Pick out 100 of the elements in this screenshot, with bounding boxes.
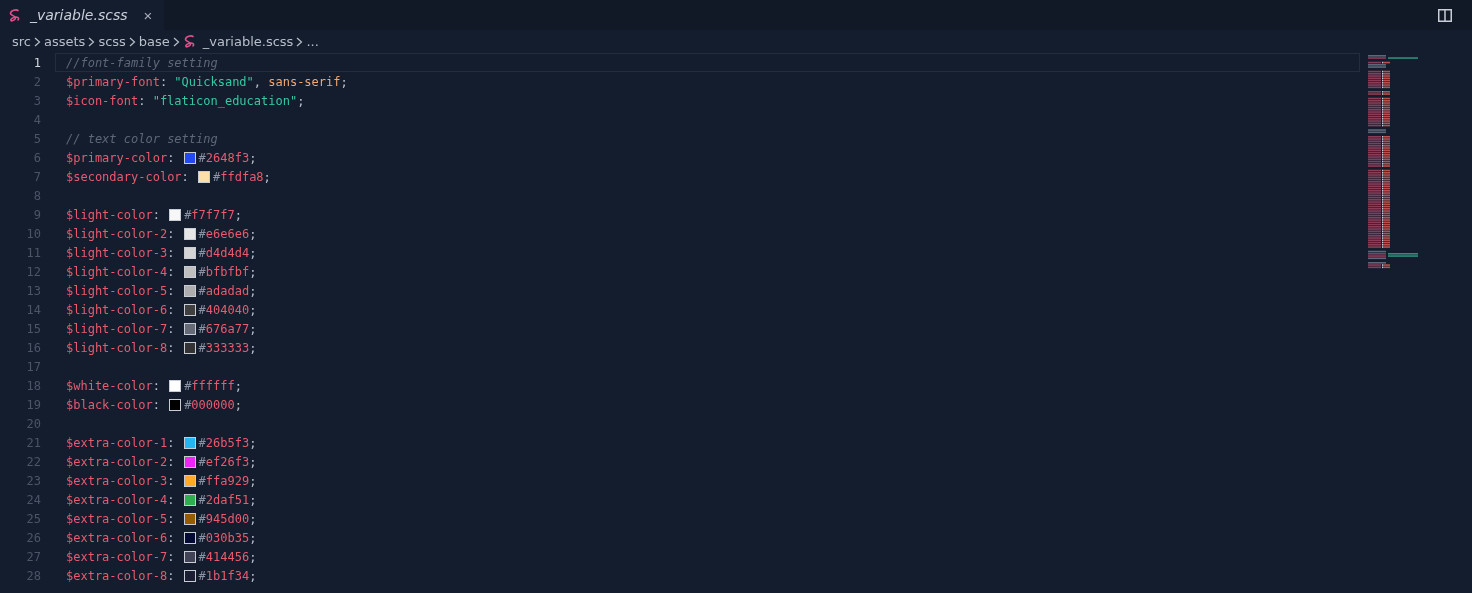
punctuation: : xyxy=(167,492,175,507)
color-swatch[interactable] xyxy=(183,512,196,525)
hex-value: #bfbfbf xyxy=(198,264,250,279)
string-literal: "Quicksand" xyxy=(174,74,254,89)
color-swatch[interactable] xyxy=(183,265,196,278)
punctuation: ; xyxy=(234,378,242,393)
hex-value: #2daf51 xyxy=(198,492,250,507)
color-swatch[interactable] xyxy=(183,151,196,164)
hex-value: #945d00 xyxy=(198,511,250,526)
breadcrumb-item[interactable]: ... xyxy=(306,34,319,49)
hex-value: #f7f7f7 xyxy=(184,207,235,222)
breadcrumb-item[interactable]: assets xyxy=(44,34,86,49)
line-number: 14 xyxy=(25,302,41,317)
variable-name: $primary-font xyxy=(66,74,160,89)
color-swatch[interactable] xyxy=(169,398,182,411)
color-swatch[interactable] xyxy=(183,569,196,582)
punctuation: ; xyxy=(234,207,242,222)
punctuation: ; xyxy=(249,150,257,165)
color-swatch[interactable] xyxy=(183,474,196,487)
variable-name: $light-color-5 xyxy=(66,283,168,298)
color-swatch[interactable] xyxy=(183,341,196,354)
punctuation: ; xyxy=(249,245,257,260)
color-swatch[interactable] xyxy=(183,436,196,449)
punctuation: ; xyxy=(249,264,257,279)
variable-name: $light-color-4 xyxy=(66,264,168,279)
variable-name: $light-color-7 xyxy=(66,321,168,336)
punctuation: ; xyxy=(234,397,242,412)
split-editor-icon[interactable] xyxy=(1438,8,1452,22)
line-number: 11 xyxy=(25,245,41,260)
breadcrumb-item[interactable]: base xyxy=(138,34,170,49)
variable-name: $primary-color xyxy=(66,150,168,165)
line-number: 1 xyxy=(32,55,41,70)
color-swatch[interactable] xyxy=(183,455,196,468)
variable-name: $extra-color-1 xyxy=(66,435,168,450)
variable-name: $light-color xyxy=(66,207,153,222)
punctuation: : xyxy=(167,530,175,545)
color-swatch[interactable] xyxy=(183,303,196,316)
punctuation: ; xyxy=(297,93,305,108)
breadcrumb-item[interactable]: _variable.scss xyxy=(202,34,294,49)
punctuation: ; xyxy=(249,530,257,545)
comment: //font-family setting xyxy=(66,55,218,70)
line-number: 18 xyxy=(25,378,41,393)
tab-label: _variable.scss xyxy=(30,7,128,23)
chevron-icon xyxy=(128,36,136,47)
hex-value: #676a77 xyxy=(198,321,250,336)
line-number: 8 xyxy=(32,188,41,203)
line-number: 19 xyxy=(25,397,41,412)
color-swatch[interactable] xyxy=(198,170,210,183)
color-swatch[interactable] xyxy=(183,550,196,563)
punctuation: : xyxy=(167,302,175,317)
punctuation: : xyxy=(152,397,160,412)
keyword: sans-serif xyxy=(268,74,341,89)
hex-value: #414456 xyxy=(198,549,250,564)
line-number: 5 xyxy=(32,131,41,146)
punctuation: : xyxy=(167,340,175,355)
breadcrumb-item[interactable]: src xyxy=(12,34,31,49)
line-number: 27 xyxy=(25,549,41,564)
variable-name: $black-color xyxy=(66,397,153,412)
punctuation: : xyxy=(167,435,175,450)
line-number: 15 xyxy=(25,321,41,336)
variable-name: $extra-color-2 xyxy=(66,454,168,469)
punctuation: : xyxy=(167,245,175,260)
variable-name: $white-color xyxy=(66,378,153,393)
punctuation: ; xyxy=(249,321,257,336)
line-number: 20 xyxy=(25,416,41,431)
variable-name: $light-color-8 xyxy=(66,340,168,355)
hex-value: #e6e6e6 xyxy=(198,226,250,241)
punctuation: : xyxy=(167,283,175,298)
punctuation: ; xyxy=(249,492,257,507)
color-swatch[interactable] xyxy=(183,322,196,335)
variable-name: $extra-color-4 xyxy=(66,492,168,507)
hex-value: #404040 xyxy=(198,302,250,317)
line-number: 3 xyxy=(32,93,41,108)
color-swatch[interactable] xyxy=(183,227,196,240)
color-swatch[interactable] xyxy=(183,493,196,506)
hex-value: #ef26f3 xyxy=(198,454,250,469)
color-swatch[interactable] xyxy=(169,379,182,392)
hex-value: #26b5f3 xyxy=(198,435,250,450)
color-swatch[interactable] xyxy=(183,246,196,259)
color-swatch[interactable] xyxy=(183,531,196,544)
color-swatch[interactable] xyxy=(183,284,196,297)
variable-name: $extra-color-7 xyxy=(66,549,168,564)
punctuation: ; xyxy=(249,302,257,317)
hex-value: #1b1f34 xyxy=(198,568,250,583)
comment: // text color setting xyxy=(66,131,218,146)
variable-name: $extra-color-6 xyxy=(66,530,168,545)
editor-tab[interactable]: _variable.scss × xyxy=(0,0,165,30)
line-number: 24 xyxy=(25,492,41,507)
color-swatch[interactable] xyxy=(169,208,182,221)
breadcrumb-item[interactable]: scss xyxy=(98,34,126,49)
chevron-icon xyxy=(34,36,41,47)
hex-value: #d4d4d4 xyxy=(198,245,250,260)
punctuation: : xyxy=(167,150,175,165)
line-number: 17 xyxy=(25,359,41,374)
chevron-icon xyxy=(88,36,96,47)
line-number: 6 xyxy=(32,150,41,165)
close-button[interactable]: × xyxy=(141,6,155,24)
punctuation: : xyxy=(181,169,189,184)
hex-value: #030b35 xyxy=(198,530,250,545)
punctuation: : xyxy=(167,568,175,583)
